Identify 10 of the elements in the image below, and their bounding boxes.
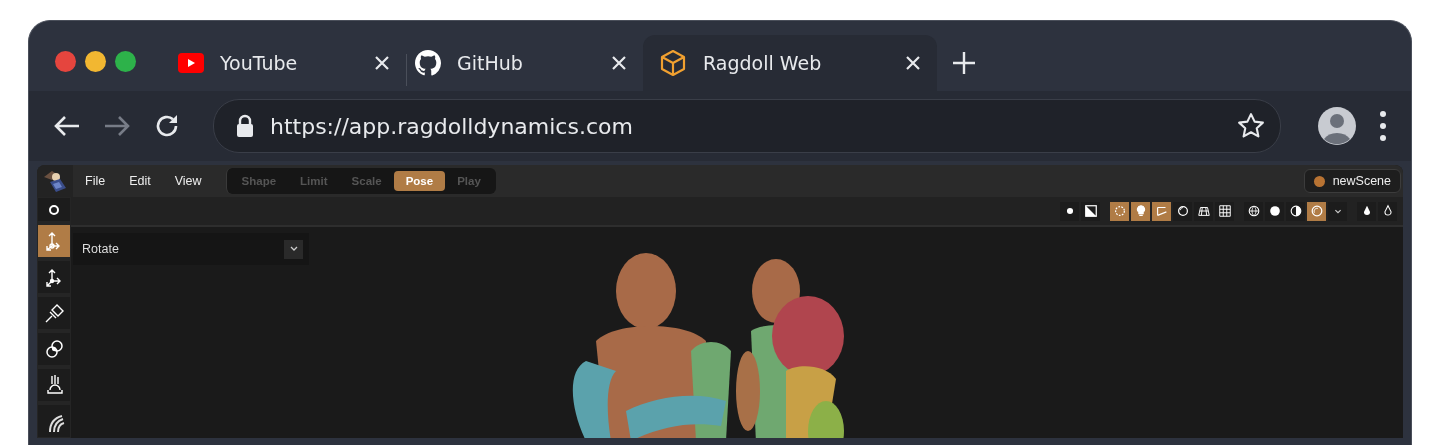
manipulator-dropdown[interactable]: Rotate [73, 233, 309, 265]
scene-selector[interactable]: newScene [1303, 169, 1401, 193]
mode-tab[interactable]: Pose [393, 171, 446, 191]
browser-tab[interactable]: Ragdoll Web [643, 35, 937, 91]
menu-item[interactable]: File [73, 174, 118, 188]
address-bar[interactable]: https://app.ragdolldynamics.com [213, 99, 1281, 153]
menu-item[interactable]: Edit [117, 174, 163, 188]
menu-item[interactable]: View [162, 174, 214, 188]
browser-tab[interactable]: GitHub [407, 35, 643, 91]
browser-tab[interactable]: YouTube [170, 35, 406, 91]
